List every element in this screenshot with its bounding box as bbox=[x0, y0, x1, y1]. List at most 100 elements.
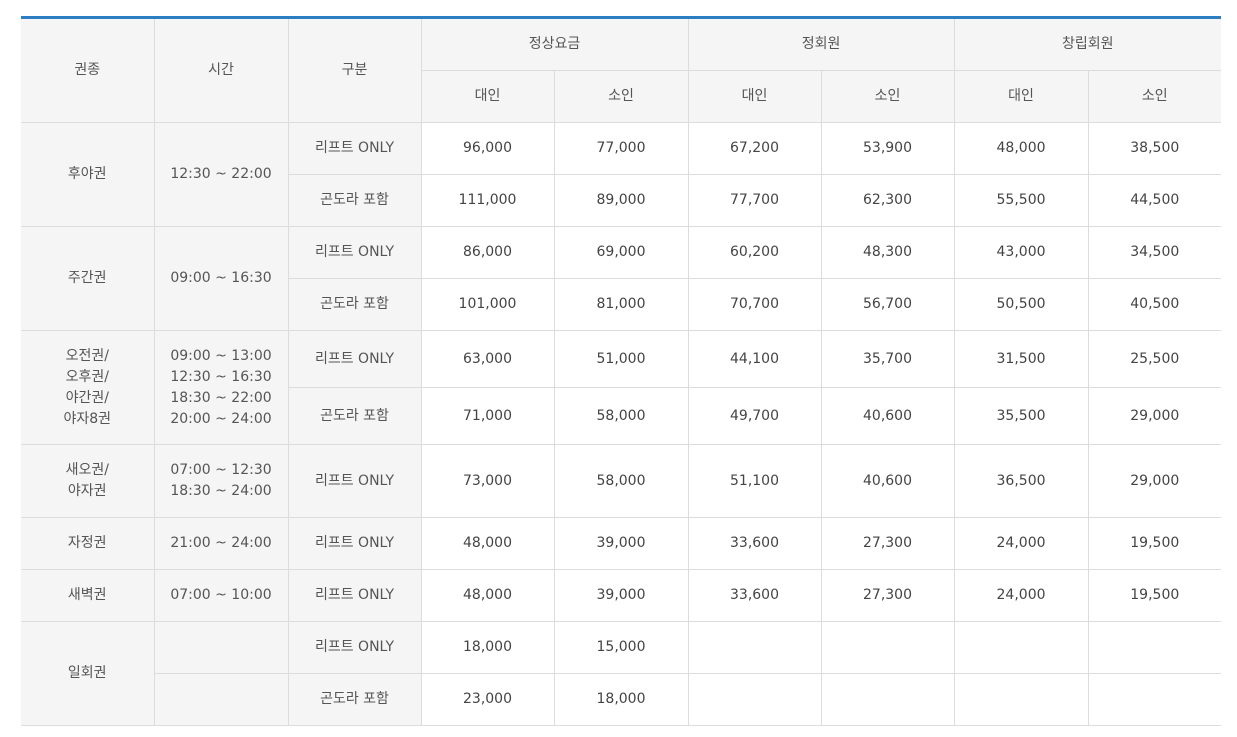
table-row: 오전권/ 오후권/ 야간권/ 야자8권 09:00 ~ 13:00 12:30 … bbox=[21, 330, 1222, 445]
price-cell: 56,700 bbox=[820, 278, 955, 331]
price-cell: 81,000 bbox=[553, 278, 689, 331]
time-line: 09:00 ~ 13:00 bbox=[170, 347, 272, 364]
time-line: 07:00 ~ 12:30 bbox=[170, 462, 272, 478]
price-cell bbox=[1087, 621, 1222, 674]
header-adult: 대인 bbox=[953, 70, 1089, 123]
price-cell: 101,000 bbox=[420, 278, 555, 331]
price-cell: 25,500 bbox=[1087, 330, 1222, 388]
header-child: 소인 bbox=[820, 70, 955, 123]
price-cell: 86,000 bbox=[420, 226, 555, 279]
ticket-name-cell: 후야권 bbox=[21, 122, 155, 227]
price-cell: 48,000 bbox=[420, 517, 555, 570]
header-adult: 대인 bbox=[687, 70, 822, 123]
header-ticket: 권종 bbox=[21, 17, 155, 123]
header-group-regular: 정상요금 bbox=[420, 17, 689, 71]
time-cell: 09:00 ~ 13:00 12:30 ~ 16:30 18:30 ~ 22:0… bbox=[153, 330, 289, 445]
price-cell: 62,300 bbox=[820, 174, 955, 227]
table-row: 곤도라 포함 23,000 18,000 bbox=[21, 673, 1222, 726]
time-cell: 09:00 ~ 16:30 bbox=[153, 226, 289, 331]
price-cell: 51,100 bbox=[687, 444, 822, 518]
time-line: 12:30 ~ 16:30 bbox=[170, 368, 272, 385]
type-cell: 리프트 ONLY bbox=[287, 226, 422, 279]
ticket-name-cell: 새벽권 bbox=[21, 569, 155, 622]
price-cell: 31,500 bbox=[953, 330, 1089, 388]
type-cell: 곤도라 포함 bbox=[288, 387, 422, 445]
price-cell: 53,900 bbox=[820, 122, 955, 175]
header-adult: 대인 bbox=[421, 70, 555, 123]
price-cell: 69,000 bbox=[553, 226, 689, 279]
ticket-name-line: 야간권/ bbox=[65, 389, 109, 406]
price-cell: 48,000 bbox=[420, 569, 555, 622]
price-table-container: 권종 시간 구분 정상요금 정회원 창립회원 대인 소인 대인 소인 대인 소인… bbox=[21, 16, 1222, 726]
price-cell: 73,000 bbox=[420, 444, 555, 518]
price-cell: 43,000 bbox=[953, 226, 1089, 279]
ticket-name-line: 오전권/ bbox=[65, 347, 109, 364]
price-cell: 44,500 bbox=[1087, 174, 1222, 227]
price-cell: 55,500 bbox=[953, 174, 1089, 227]
price-cell: 40,600 bbox=[820, 444, 955, 518]
time-cell: 07:00 ~ 10:00 bbox=[153, 569, 289, 622]
header-group-founder: 창립회원 bbox=[953, 17, 1222, 71]
price-cell: 89,000 bbox=[553, 174, 689, 227]
price-cell: 27,300 bbox=[820, 517, 955, 570]
price-cell bbox=[820, 673, 955, 726]
time-cell bbox=[153, 621, 289, 674]
header-row-1: 권종 시간 구분 정상요금 정회원 창립회원 bbox=[21, 17, 1222, 123]
type-cell: 곤도라 포함 bbox=[288, 278, 422, 331]
ticket-name-cell: 주간권 bbox=[21, 226, 155, 331]
type-cell: 곤도라 포함 bbox=[288, 174, 422, 227]
type-cell: 리프트 ONLY bbox=[287, 330, 422, 388]
table-row: 자정권 21:00 ~ 24:00 리프트 ONLY 48,000 39,000… bbox=[21, 517, 1222, 570]
price-cell bbox=[687, 621, 822, 674]
price-cell: 70,700 bbox=[687, 278, 822, 331]
price-cell bbox=[687, 673, 822, 726]
price-cell: 111,000 bbox=[420, 174, 555, 227]
price-cell: 15,000 bbox=[553, 621, 689, 674]
price-cell: 39,000 bbox=[553, 569, 689, 622]
price-cell: 40,600 bbox=[820, 387, 955, 445]
price-cell: 71,000 bbox=[420, 387, 555, 445]
ticket-name-cell: 일회권 bbox=[21, 621, 155, 726]
price-cell: 29,000 bbox=[1087, 387, 1222, 445]
price-cell: 33,600 bbox=[687, 517, 822, 570]
time-cell bbox=[154, 673, 289, 726]
price-cell: 23,000 bbox=[420, 673, 555, 726]
price-cell: 77,700 bbox=[687, 174, 822, 227]
price-cell: 39,000 bbox=[553, 517, 689, 570]
price-cell: 51,000 bbox=[553, 330, 689, 388]
price-cell: 77,000 bbox=[553, 122, 689, 175]
price-cell: 48,000 bbox=[953, 122, 1089, 175]
ticket-name-line: 야자8권 bbox=[63, 410, 112, 427]
price-cell bbox=[820, 621, 955, 674]
price-cell: 48,300 bbox=[820, 226, 955, 279]
price-cell: 60,200 bbox=[687, 226, 822, 279]
table-row: 새오권/ 야자권 07:00 ~ 12:30 18:30 ~ 24:00 리프트… bbox=[21, 444, 1222, 518]
price-cell: 40,500 bbox=[1087, 278, 1222, 331]
price-cell: 18,000 bbox=[420, 621, 555, 674]
time-cell: 07:00 ~ 12:30 18:30 ~ 24:00 bbox=[153, 444, 289, 518]
type-cell: 리프트 ONLY bbox=[287, 122, 422, 175]
price-cell bbox=[1087, 673, 1222, 726]
price-cell bbox=[953, 621, 1089, 674]
table-row: 주간권 09:00 ~ 16:30 리프트 ONLY 86,000 69,000… bbox=[21, 226, 1222, 331]
price-cell: 24,000 bbox=[953, 517, 1089, 570]
price-cell: 58,000 bbox=[553, 444, 689, 518]
price-cell: 18,000 bbox=[553, 673, 689, 726]
price-cell: 34,500 bbox=[1087, 226, 1222, 279]
time-cell: 12:30 ~ 22:00 bbox=[153, 122, 289, 227]
price-cell: 50,500 bbox=[953, 278, 1089, 331]
price-cell: 38,500 bbox=[1087, 122, 1222, 175]
ticket-name-line: 야자권 bbox=[67, 483, 107, 499]
table-row: 일회권 리프트 ONLY 18,000 15,000 bbox=[21, 621, 1222, 726]
type-cell: 리프트 ONLY bbox=[287, 444, 422, 518]
table-row: 후야권 12:30 ~ 22:00 리프트 ONLY 96,000 77,000… bbox=[21, 122, 1222, 227]
price-cell: 19,500 bbox=[1087, 517, 1222, 570]
type-cell: 곤도라 포함 bbox=[287, 673, 422, 726]
lift-ticket-price-table: 권종 시간 구분 정상요금 정회원 창립회원 대인 소인 대인 소인 대인 소인… bbox=[21, 16, 1222, 726]
price-cell: 58,000 bbox=[553, 387, 689, 445]
price-cell: 96,000 bbox=[420, 122, 555, 175]
price-cell: 49,700 bbox=[687, 387, 822, 445]
table-row: 새벽권 07:00 ~ 10:00 리프트 ONLY 48,000 39,000… bbox=[21, 569, 1222, 622]
ticket-name-line: 새오권/ bbox=[65, 462, 109, 478]
time-line: 18:30 ~ 24:00 bbox=[170, 483, 272, 499]
